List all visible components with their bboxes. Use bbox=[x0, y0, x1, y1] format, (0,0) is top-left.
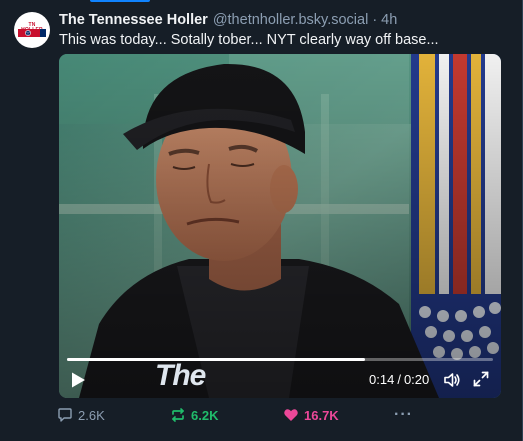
video-time-separator: / bbox=[397, 372, 401, 387]
video-frame bbox=[59, 54, 501, 398]
avatar-logo-text: TN HOLLER bbox=[21, 22, 43, 33]
more-options-icon: ··· bbox=[394, 406, 413, 423]
video-duration: 0:20 bbox=[403, 372, 430, 387]
volume-icon[interactable] bbox=[443, 371, 461, 389]
separator-dot: · bbox=[372, 12, 378, 28]
tennessee-flag-icon bbox=[18, 29, 46, 37]
post-text: This was today... Sotally tober... NYT c… bbox=[59, 32, 439, 48]
post-card[interactable]: TN HOLLER The Tennessee Holler @thetnhol… bbox=[0, 0, 523, 441]
heart-icon bbox=[284, 409, 298, 421]
avatar[interactable]: TN HOLLER bbox=[14, 12, 50, 48]
play-icon[interactable] bbox=[69, 371, 87, 389]
video-current-time: 0:14 bbox=[369, 372, 395, 387]
reply-icon bbox=[58, 408, 72, 422]
more-options-button[interactable]: ··· bbox=[394, 406, 413, 424]
reply-count: 2.6K bbox=[78, 407, 105, 423]
post-actions: 2.6K 6.2K 16.7K ··· bbox=[57, 406, 477, 424]
repost-icon bbox=[172, 408, 184, 422]
post-timestamp[interactable]: 4h bbox=[381, 12, 397, 28]
repost-count: 6.2K bbox=[191, 407, 219, 423]
post-header: The Tennessee Holler @thetnholler.bsky.s… bbox=[59, 10, 397, 30]
fullscreen-icon[interactable] bbox=[473, 371, 489, 387]
like-button[interactable]: 16.7K bbox=[283, 406, 339, 424]
reply-button[interactable]: 2.6K bbox=[57, 406, 105, 424]
user-handle[interactable]: @thetnholler.bsky.social bbox=[213, 12, 369, 28]
active-tab-indicator bbox=[90, 0, 150, 2]
display-name[interactable]: The Tennessee Holler bbox=[59, 12, 208, 28]
video-player[interactable]: The 0:14/0:20 bbox=[59, 54, 501, 398]
video-progress-bar[interactable] bbox=[67, 358, 493, 361]
video-progress-fill bbox=[67, 358, 366, 361]
shirt-logo-text: The bbox=[155, 359, 206, 392]
repost-button[interactable]: 6.2K bbox=[170, 406, 218, 424]
like-count: 16.7K bbox=[304, 407, 339, 423]
video-time-readout: 0:14/0:20 bbox=[369, 372, 429, 387]
